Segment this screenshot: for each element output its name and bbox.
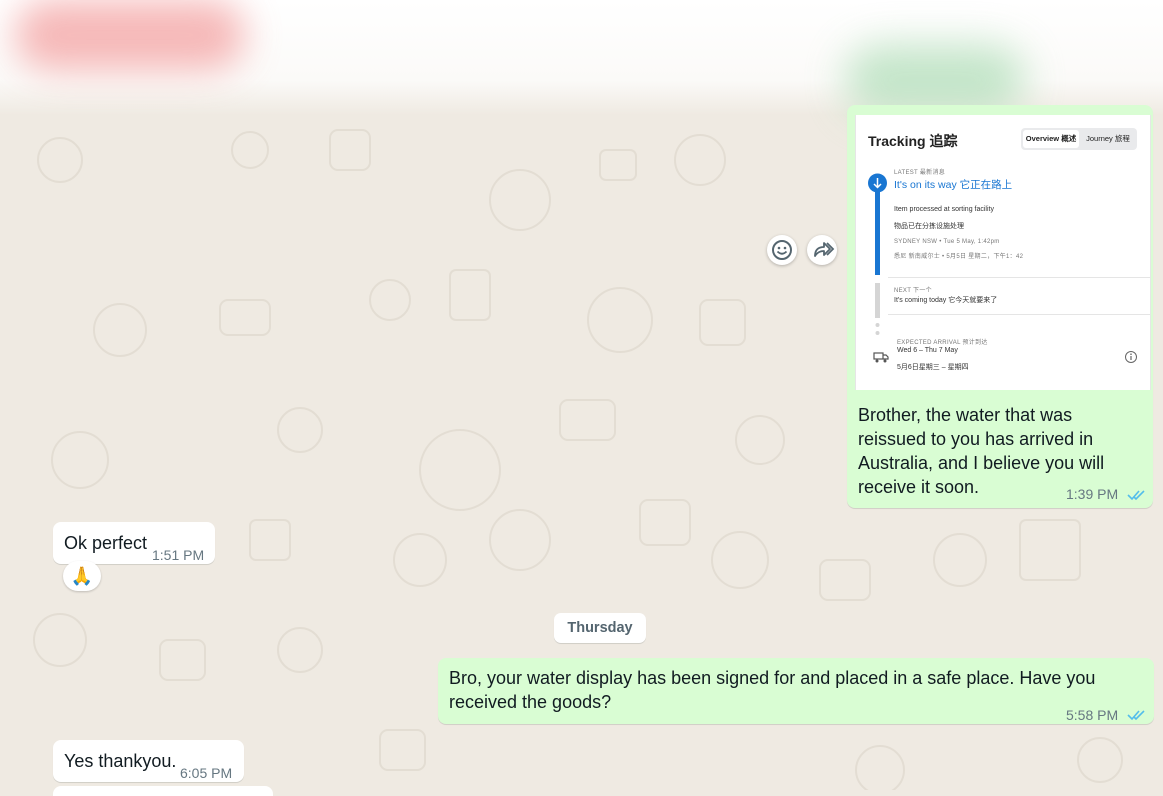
forward-button[interactable] [807,235,837,265]
message-text: Yes thankyou. [64,751,177,771]
next-message-edge [53,786,273,796]
forward-icon [814,242,835,257]
event-location-zh: 悉尼 新南威尔士 • 5月5日 星期二，下午1：42 [894,254,1024,260]
date-separator-label: Thursday [567,620,633,636]
tracking-tabs: Overview 概述 Journey 旅程 [1021,128,1137,150]
event-text-zh: 物品已在分拣设施处理 [894,223,964,230]
expected-date-zh: 5月6日星期三 – 星期四 [897,364,969,371]
message-text: Ok perfect [64,533,148,553]
read-receipt-icon [1127,490,1145,500]
divider [888,314,1150,315]
event-location-en: SYDNEY NSW • Tue 5 May, 1:42pm [894,239,1000,245]
next-label: NEXT 下一个 [894,288,932,294]
message-time: 1:51 PM [152,547,205,563]
outgoing-message[interactable]: Bro, your water display has been signed … [438,658,1154,724]
expected-date-en: Wed 6 – Thu 7 May [897,347,958,354]
message-reaction[interactable]: 🙏 [63,561,101,591]
message-text: Bro, your water display has been signed … [449,668,1096,712]
truck-icon [873,352,889,363]
tab-journey: Journey 旅程 [1086,134,1130,143]
tracking-title: Tracking 追踪 [868,133,958,149]
message-meta: 5:58 PM [1066,702,1147,727]
event-text-en: Item processed at sorting facility [894,206,994,213]
chat-header [0,0,1163,115]
timeline-icon [868,173,887,335]
expected-label: EXPECTED ARRIVAL 预计到达 [897,340,988,346]
message-meta: 1:39 PM [1066,486,1147,504]
message-text: Brother, the water that was reissued to … [858,405,1105,497]
latest-label: LATEST 最新消息 [894,170,946,176]
smiley-icon [772,240,792,260]
contact-avatar-blurred [15,0,245,70]
incoming-message[interactable]: Ok perfect 1:51 PM [53,522,215,564]
divider [888,277,1150,278]
tab-overview: Overview 概述 [1023,130,1079,148]
incoming-message[interactable]: Yes thankyou. 6:05 PM [53,740,244,782]
next-status: It's coming today 它今天就要来了 [894,297,998,304]
message-time: 5:58 PM [1066,707,1119,723]
message-time: 6:05 PM [180,765,233,781]
info-icon[interactable] [1124,350,1138,364]
react-button[interactable] [767,235,797,265]
folded-hands-emoji: 🙏 [70,566,94,586]
read-receipt-icon [1127,710,1145,721]
date-separator: Thursday [554,613,646,643]
tracking-screenshot-image[interactable]: Tracking 追踪 Overview 概述 Journey 旅程 LATES… [855,115,1151,390]
message-time: 1:39 PM [1066,486,1119,502]
latest-status: It's on its way 它正在路上 [894,179,1013,191]
